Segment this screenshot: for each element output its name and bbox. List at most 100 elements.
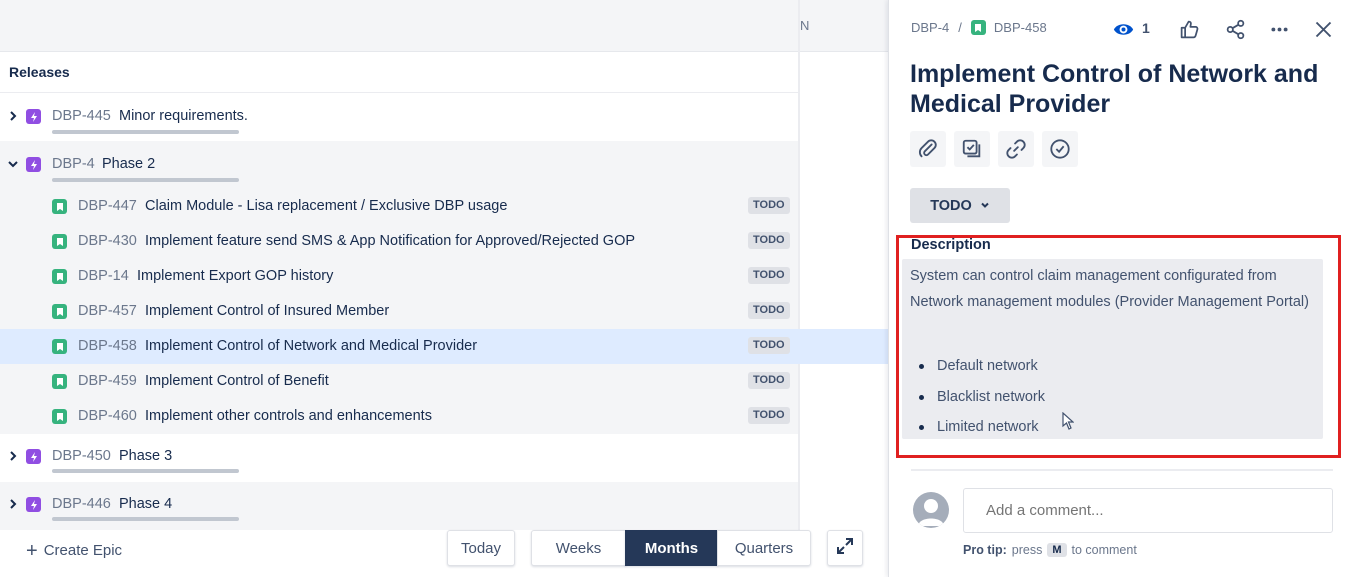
status-lozenge: TODO (748, 337, 790, 354)
close-icon[interactable] (1311, 17, 1335, 41)
share-icon[interactable] (1223, 17, 1247, 41)
epic-row[interactable]: DBP-450 Phase 3 (0, 434, 798, 482)
issue-key[interactable]: DBP-457 (78, 303, 137, 319)
comment-input[interactable] (963, 488, 1333, 533)
issue-key[interactable]: DBP-459 (78, 373, 137, 389)
chevron-right-icon[interactable] (6, 109, 20, 123)
epic-row[interactable]: DBP-4 Phase 2 (0, 141, 798, 189)
highlight-box (896, 235, 1341, 458)
weeks-button[interactable]: Weeks (531, 530, 626, 566)
epic-progress-bar (52, 469, 239, 473)
protip-prefix: Pro tip: (963, 543, 1007, 557)
story-icon (52, 374, 67, 389)
releases-label: Releases (9, 64, 70, 80)
issue-row[interactable]: DBP-457 Implement Control of Insured Mem… (0, 294, 798, 329)
months-button[interactable]: Months (625, 530, 718, 566)
timeline-month-label: N (800, 18, 810, 33)
protip-suffix: to comment (1071, 543, 1137, 557)
status-label: TODO (930, 197, 972, 214)
story-icon (52, 269, 67, 284)
issue-row[interactable]: DBP-447 Claim Module - Lisa replacement … (0, 189, 798, 224)
issue-summary[interactable]: Implement Control of Insured Member (145, 303, 389, 319)
watch-count[interactable]: 1 (1142, 20, 1150, 36)
issue-row[interactable]: DBP-459 Implement Control of Benefit TOD… (0, 364, 798, 399)
story-icon (52, 304, 67, 319)
timeline-divider[interactable] (798, 0, 800, 530)
expand-icon (836, 537, 854, 559)
epic-icon (26, 157, 41, 172)
epic-summary[interactable]: Minor requirements. (119, 108, 248, 124)
epic-key[interactable]: DBP-445 (52, 108, 111, 124)
status-dropdown[interactable]: TODO (910, 188, 1010, 223)
issue-row-selected[interactable]: DBP-458 Implement Control of Network and… (0, 329, 888, 364)
issue-detail-panel: DBP-4 / DBP-458 1 Implement Control of N… (888, 0, 1353, 577)
issue-row[interactable]: DBP-14 Implement Export GOP history TODO (0, 259, 798, 294)
status-lozenge: TODO (748, 267, 790, 284)
create-epic-label: Create Epic (43, 542, 123, 559)
epic-summary[interactable]: Phase 2 (102, 156, 155, 172)
issue-summary[interactable]: Implement feature send SMS & App Notific… (145, 233, 635, 249)
timeline-header: N (0, 0, 888, 52)
breadcrumb-parent-link[interactable]: DBP-4 (911, 20, 949, 35)
epic-row[interactable]: DBP-446 Phase 4 (0, 482, 798, 530)
more-icon[interactable] (1267, 17, 1291, 41)
epic-key[interactable]: DBP-450 (52, 448, 111, 464)
issue-row[interactable]: DBP-460 Implement other controls and enh… (0, 399, 798, 434)
chevron-right-icon[interactable] (6, 497, 20, 511)
issue-key[interactable]: DBP-430 (78, 233, 137, 249)
issue-key[interactable]: DBP-447 (78, 198, 137, 214)
issue-summary[interactable]: Implement other controls and enhancement… (145, 408, 432, 424)
avatar (913, 492, 949, 528)
status-lozenge: TODO (748, 407, 790, 424)
story-icon (52, 409, 67, 424)
quarters-button[interactable]: Quarters (717, 530, 811, 566)
mouse-cursor-icon (1062, 412, 1074, 430)
story-icon (52, 234, 67, 249)
epic-key[interactable]: DBP-446 (52, 496, 111, 512)
issue-key[interactable]: DBP-14 (78, 268, 129, 284)
epic-progress-bar (52, 517, 239, 521)
issue-summary[interactable]: Implement Control of Network and Medical… (145, 338, 477, 354)
chevron-down-icon (980, 198, 990, 214)
clock-icon[interactable] (1042, 131, 1078, 167)
breadcrumb-separator: / (958, 20, 962, 35)
epic-icon (26, 109, 41, 124)
story-icon (52, 199, 67, 214)
issue-key[interactable]: DBP-458 (78, 338, 137, 354)
watch-eye-icon[interactable] (1111, 17, 1135, 41)
status-lozenge: TODO (748, 197, 790, 214)
divider (911, 469, 1333, 471)
issue-title[interactable]: Implement Control of Network and Medical… (910, 59, 1340, 119)
issue-summary[interactable]: Implement Export GOP history (137, 268, 333, 284)
chevron-right-icon[interactable] (6, 449, 20, 463)
subtask-icon[interactable] (954, 131, 990, 167)
today-button[interactable]: Today (447, 530, 515, 566)
epic-row[interactable]: DBP-445 Minor requirements. (0, 93, 798, 141)
roadmap-toolbar: + Create Epic Today Weeks Months Quarter… (0, 530, 888, 577)
epic-summary[interactable]: Phase 3 (119, 448, 172, 464)
breadcrumb: DBP-4 / DBP-458 (911, 20, 1047, 35)
epic-key[interactable]: DBP-4 (52, 156, 95, 172)
comment-protip: Pro tip: press M to comment (963, 543, 1137, 557)
epic-icon (26, 497, 41, 512)
epic-progress-bar (52, 178, 239, 182)
issue-key[interactable]: DBP-460 (78, 408, 137, 424)
protip-key: M (1047, 543, 1067, 557)
link-icon[interactable] (998, 131, 1034, 167)
protip-press: press (1011, 543, 1043, 557)
releases-row: Releases (0, 53, 798, 93)
story-icon (970, 20, 986, 35)
epic-summary[interactable]: Phase 4 (119, 496, 172, 512)
chevron-down-icon[interactable] (6, 157, 20, 171)
issue-summary[interactable]: Claim Module - Lisa replacement / Exclus… (145, 198, 507, 214)
issue-row[interactable]: DBP-430 Implement feature send SMS & App… (0, 224, 798, 259)
create-epic-button[interactable]: + Create Epic (26, 539, 123, 562)
breadcrumb-issue-link[interactable]: DBP-458 (994, 20, 1047, 35)
expand-button[interactable] (827, 530, 863, 566)
attach-icon[interactable] (910, 131, 946, 167)
issue-summary[interactable]: Implement Control of Benefit (145, 373, 329, 389)
plus-icon: + (26, 539, 38, 562)
status-lozenge: TODO (748, 372, 790, 389)
like-icon[interactable] (1177, 17, 1201, 41)
status-lozenge: TODO (748, 302, 790, 319)
